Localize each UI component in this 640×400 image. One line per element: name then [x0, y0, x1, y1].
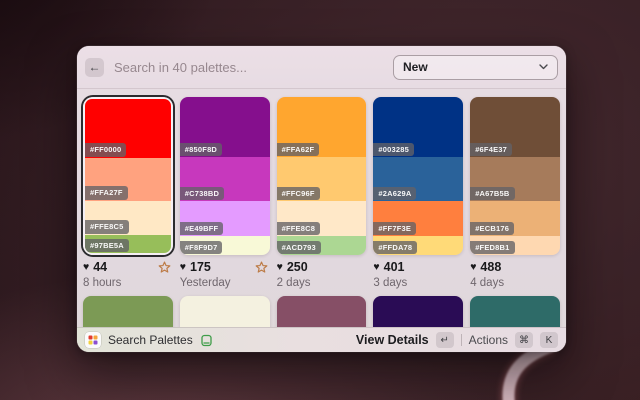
hex-code-label: #FFC96F [277, 187, 320, 201]
palette-age: 8 hours [83, 277, 173, 289]
color-swatch: #FF7F3E [373, 201, 463, 236]
color-swatch: #FF0000 [85, 99, 171, 158]
likes-count: 250 [287, 261, 308, 274]
enter-key-icon: ↵ [436, 332, 454, 348]
palette-age: Yesterday [180, 277, 270, 289]
heart-icon: ♥ [83, 262, 89, 273]
back-arrow-icon: ← [89, 60, 101, 74]
hex-code-label: #FFA27F [85, 186, 128, 200]
color-swatch: #2A629A [373, 157, 463, 201]
likes-count: 44 [93, 261, 107, 274]
color-swatch: #97BE5A [85, 235, 171, 253]
hex-code-label: #FFE8C8 [277, 222, 321, 236]
sort-dropdown[interactable]: New [393, 55, 558, 80]
likes-count: 175 [190, 261, 211, 274]
search-input[interactable] [114, 60, 393, 75]
palette-card[interactable]: #FFA62F #FFC96F #FFE8C8 #ACD793 [277, 97, 367, 255]
heart-icon: ♥ [470, 262, 476, 273]
palette-meta-row: ♥ 44 8 hours ♥ 175 Yesterday [77, 260, 566, 289]
palette-search-window: ← New #FF0000 #FFA27F #FFE8C5 #97BE5A [77, 46, 566, 352]
palette-card-icon [200, 334, 213, 347]
palette-meta: ♥ 488 4 days [470, 260, 560, 289]
hex-code-label: #97BE5A [85, 239, 129, 253]
command-key-icon: ⌘ [515, 332, 533, 348]
hex-code-label: #FF7F3E [373, 222, 416, 236]
palette-age: 4 days [470, 277, 560, 289]
color-swatch: #ECB176 [470, 201, 560, 236]
color-swatch: #C738BD [180, 157, 270, 201]
heart-icon: ♥ [180, 262, 186, 273]
color-swatch: #FFA27F [85, 158, 171, 201]
hex-code-label: #ECB176 [470, 222, 514, 236]
hex-code-label: #A67B5B [470, 187, 514, 201]
favorite-star-icon[interactable] [158, 261, 171, 274]
color-swatch: #ACD793 [277, 236, 367, 255]
hex-code-label: #FFA62F [277, 143, 320, 157]
sort-dropdown-value: New [403, 60, 428, 74]
palette-card[interactable]: #003285 #2A629A #FF7F3E #FFDA78 [373, 97, 463, 255]
color-swatch: #FFE8C8 [277, 201, 367, 236]
palette-card[interactable]: #850F8D #C738BD #E49BFF #F8F9D7 [180, 97, 270, 255]
hex-code-label: #FFE8C5 [85, 220, 129, 234]
chevron-down-icon [539, 64, 548, 70]
view-details-button[interactable]: View Details [356, 333, 429, 347]
hex-code-label: #6F4E37 [470, 143, 512, 157]
hex-code-label: #FF0000 [85, 143, 126, 157]
heart-icon: ♥ [373, 262, 379, 273]
palette-meta: ♥ 250 2 days [277, 260, 367, 289]
desktop-background: ← New #FF0000 #FFA27F #FFE8C5 #97BE5A [0, 0, 640, 400]
palette-age: 3 days [373, 277, 463, 289]
color-swatch: #6F4E37 [470, 97, 560, 157]
likes-count: 401 [384, 261, 405, 274]
color-swatch: #FED8B1 [470, 236, 560, 255]
palette-card[interactable]: #6F4E37 #A67B5B #ECB176 #FED8B1 [470, 97, 560, 255]
color-swatch: #A67B5B [470, 157, 560, 201]
back-button[interactable]: ← [85, 58, 104, 77]
color-swatch: #FFA62F [277, 97, 367, 157]
palette-meta: ♥ 175 Yesterday [180, 260, 270, 289]
hex-code-label: #2A629A [373, 187, 416, 201]
hex-code-label: #FFDA78 [373, 241, 417, 255]
footer-divider [461, 334, 462, 346]
search-bar: ← New [77, 46, 566, 89]
color-swatch: #FFC96F [277, 157, 367, 201]
extension-name: Search Palettes [108, 333, 193, 347]
hex-code-label: #003285 [373, 143, 414, 157]
k-key-icon: K [540, 332, 558, 348]
favorite-star-icon[interactable] [255, 261, 268, 274]
heart-icon: ♥ [277, 262, 283, 273]
extension-icon [85, 332, 101, 348]
likes-count: 488 [480, 261, 501, 274]
palette-age: 2 days [277, 277, 367, 289]
color-swatch: #FFDA78 [373, 236, 463, 255]
hex-code-label: #E49BFF [180, 222, 224, 236]
color-swatch: #F8F9D7 [180, 236, 270, 255]
color-swatch: #E49BFF [180, 201, 270, 236]
hex-code-label: #FED8B1 [470, 241, 514, 255]
palette-grid: #FF0000 #FFA27F #FFE8C5 #97BE5A #850F8D … [77, 97, 566, 255]
palette-card[interactable]: #FF0000 #FFA27F #FFE8C5 #97BE5A [83, 97, 173, 255]
hex-code-label: #F8F9D7 [180, 241, 223, 255]
color-swatch: #FFE8C5 [85, 201, 171, 235]
palette-meta: ♥ 401 3 days [373, 260, 463, 289]
actions-button[interactable]: Actions [469, 333, 508, 347]
color-swatch: #003285 [373, 97, 463, 157]
hex-code-label: #C738BD [180, 187, 224, 201]
color-swatch: #850F8D [180, 97, 270, 157]
palette-meta: ♥ 44 8 hours [83, 260, 173, 289]
hex-code-label: #850F8D [180, 143, 222, 157]
hex-code-label: #ACD793 [277, 241, 321, 255]
action-bar: Search Palettes View Details ↵ Actions ⌘… [77, 327, 566, 352]
